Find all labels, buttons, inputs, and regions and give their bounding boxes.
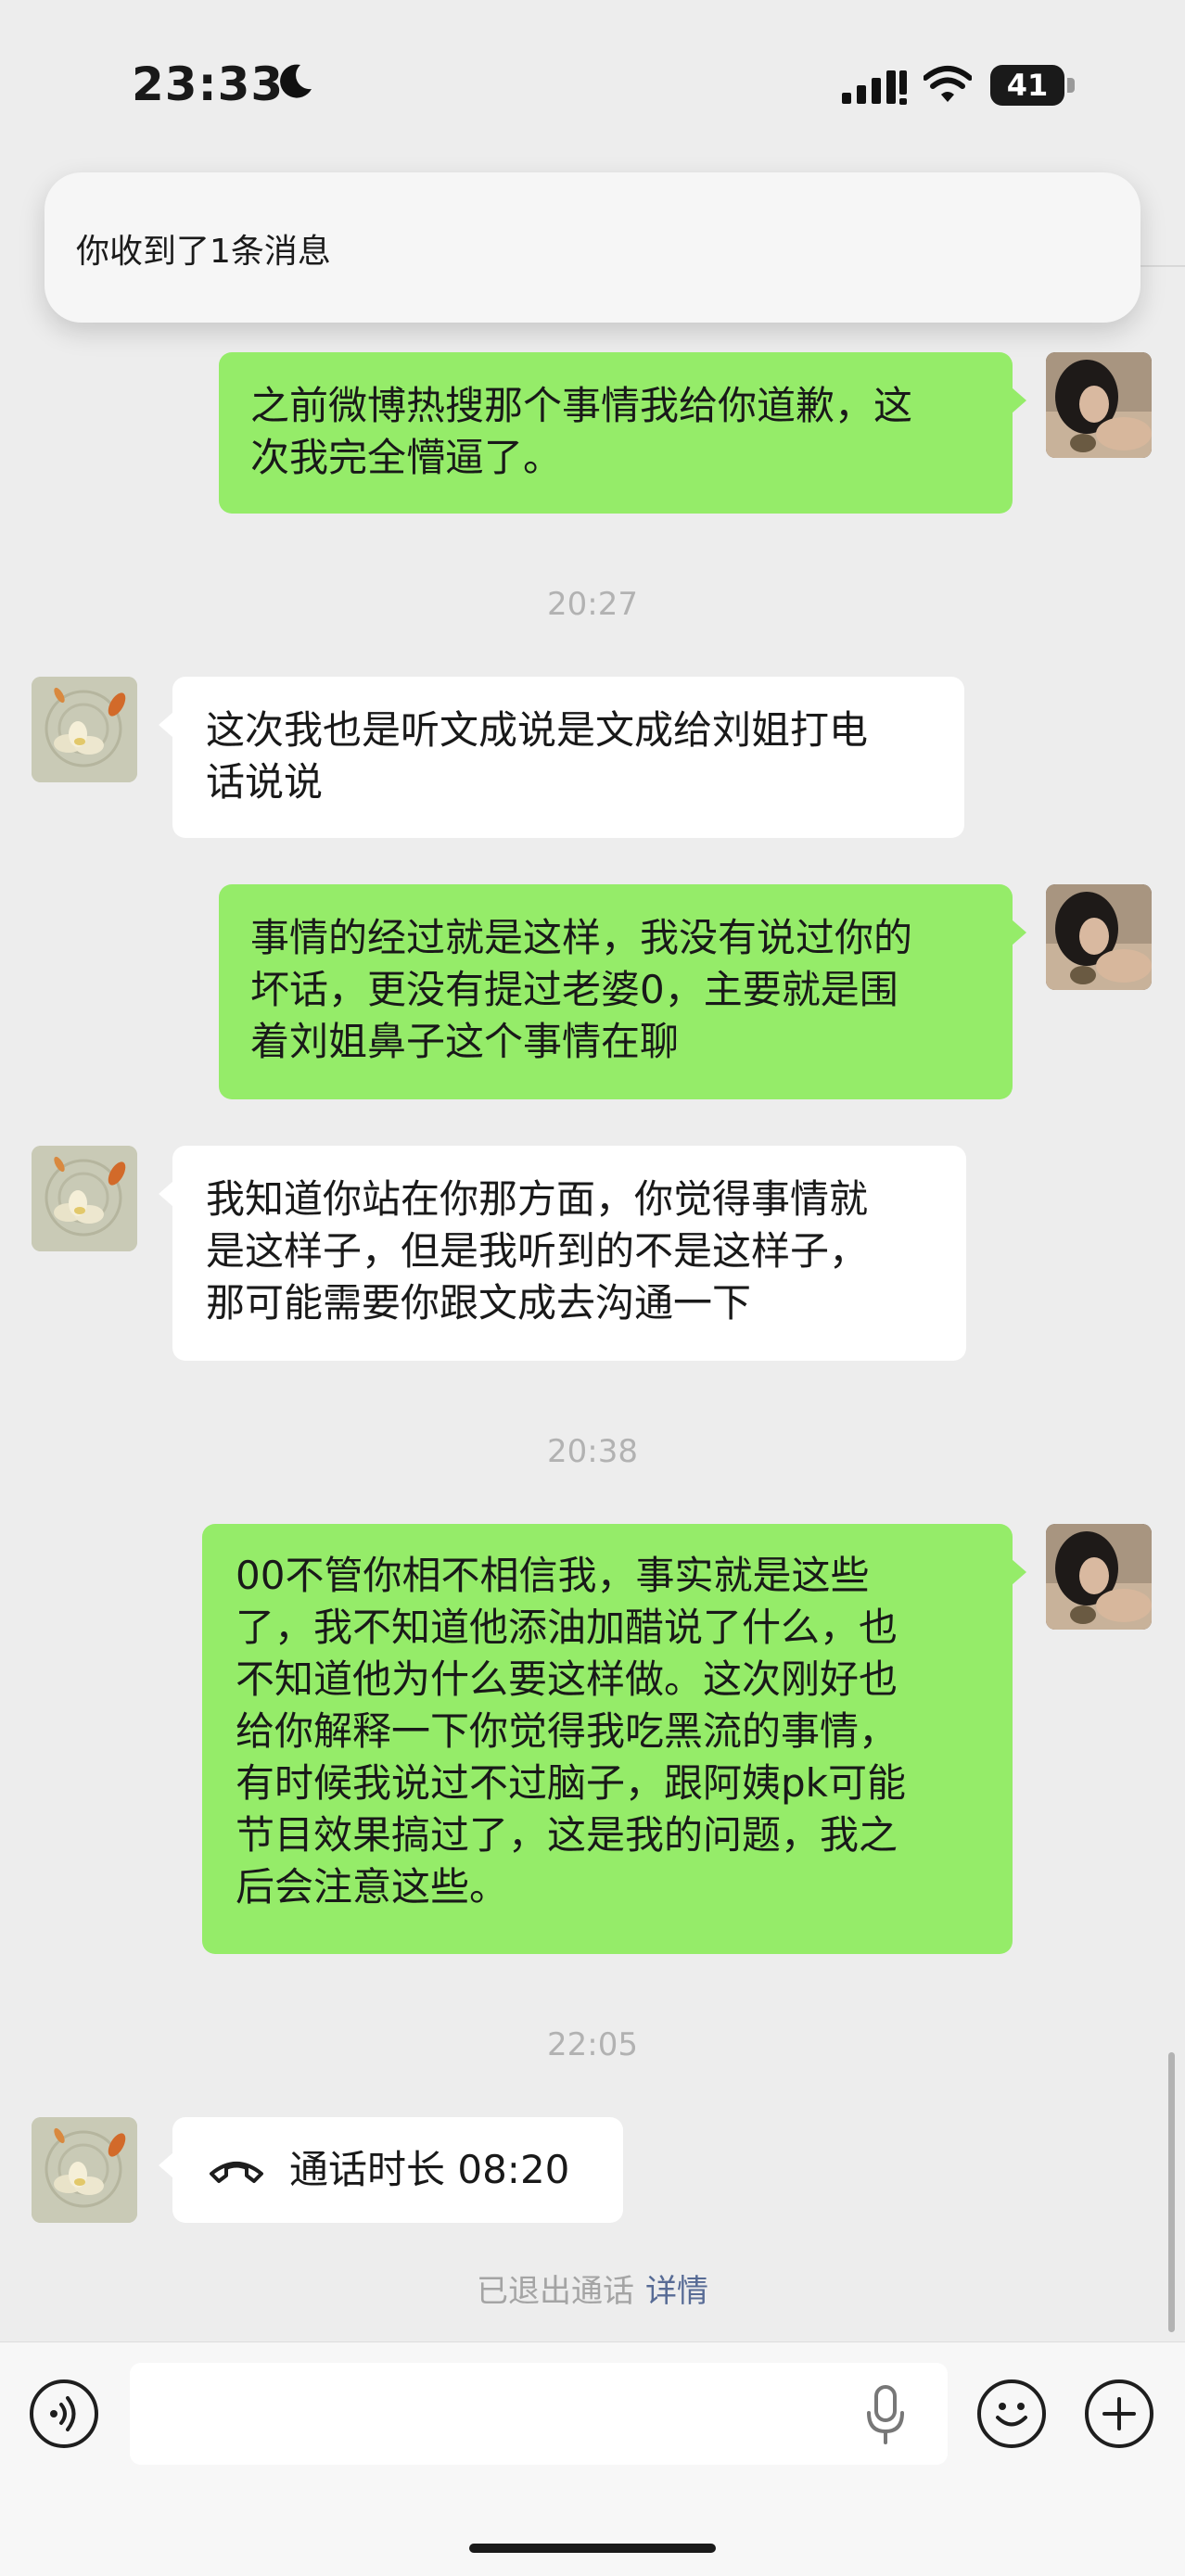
message-bubble-sent[interactable]: 事情的经过就是这样，我没有说过你的 坏话，更没有提过老婆0，主要就是围 着刘姐鼻… <box>219 884 1026 1099</box>
plus-icon <box>1102 2397 1136 2430</box>
voice-wave-icon <box>50 2396 76 2431</box>
message-bubble-received[interactable]: 这次我也是听文成说是文成给刘姐打电 话说说 <box>159 677 964 838</box>
details-link[interactable]: 详情 <box>645 2273 708 2310</box>
status-bar: 23:33 41 <box>0 0 1185 158</box>
call-record-bubble[interactable]: 通话时长 08:20 <box>159 2117 623 2223</box>
voice-input-toggle-button[interactable] <box>30 2379 98 2448</box>
wifi-icon <box>924 66 972 102</box>
battery-indicator: 41 <box>990 65 1076 108</box>
home-indicator[interactable] <box>469 2544 716 2553</box>
message-bubble-sent[interactable]: 之前微博热搜那个事情我给你道歉，这 次我完全懵逼了。 <box>219 352 1026 514</box>
scrollbar[interactable] <box>1168 2052 1175 2332</box>
system-note: 已退出通话 详情 <box>0 2265 1185 2311</box>
phone-hangup-icon <box>210 2162 263 2183</box>
system-note-text: 已退出通话 <box>477 2273 634 2310</box>
message-bubble-sent[interactable]: 00不管你相不相信我，事实就是这些 了，我不知道他添油加醋说了什么，也 不知道他… <box>202 1524 1026 1954</box>
cellular-signal-icon <box>842 70 907 105</box>
my-avatar[interactable] <box>1046 884 1152 990</box>
message-text: 我知道你站在你那方面，你觉得事情就 是这样子，但是我听到的不是这样子， 那可能需… <box>206 1176 869 1326</box>
message-bubble-received[interactable]: 我知道你站在你那方面，你觉得事情就 是这样子，但是我听到的不是这样子， 那可能需… <box>159 1146 966 1361</box>
chat-timestamp: 22:05 <box>547 2026 638 2063</box>
battery-level: 41 <box>1006 68 1049 103</box>
moon-icon <box>280 64 312 98</box>
microphone-icon[interactable] <box>860 2381 911 2448</box>
notification-banner[interactable]: 你收到了1条消息 <box>45 172 1140 323</box>
message-text: 之前微博热搜那个事情我给你道歉，这 次我完全懵逼了。 <box>250 383 913 480</box>
chat-input-bar <box>0 2341 1185 2576</box>
more-actions-button[interactable] <box>1085 2379 1153 2448</box>
notification-text: 你收到了1条消息 <box>76 233 331 271</box>
chat-timestamp: 20:38 <box>547 1433 638 1470</box>
message-input[interactable] <box>130 2363 948 2465</box>
clock: 23:33 <box>132 57 285 111</box>
contact-avatar[interactable] <box>32 1146 137 1251</box>
message-text: 事情的经过就是这样，我没有说过你的 坏话，更没有提过老婆0，主要就是围 着刘姐鼻… <box>250 915 913 1064</box>
call-duration-text: 通话时长 08:20 <box>289 2147 570 2192</box>
message-text: 00不管你相不相信我，事实就是这些 了，我不知道他添油加醋说了什么，也 不知道他… <box>236 1553 906 1910</box>
message-text: 这次我也是听文成说是文成给刘姐打电 话说说 <box>206 707 869 805</box>
my-avatar[interactable] <box>1046 1524 1152 1630</box>
header-divider <box>1140 265 1185 267</box>
emoji-button[interactable] <box>977 2379 1046 2448</box>
contact-avatar[interactable] <box>32 2117 137 2223</box>
emoji-icon <box>996 2403 1027 2427</box>
contact-avatar[interactable] <box>32 677 137 782</box>
chat-timestamp: 20:27 <box>547 586 638 623</box>
my-avatar[interactable] <box>1046 352 1152 458</box>
